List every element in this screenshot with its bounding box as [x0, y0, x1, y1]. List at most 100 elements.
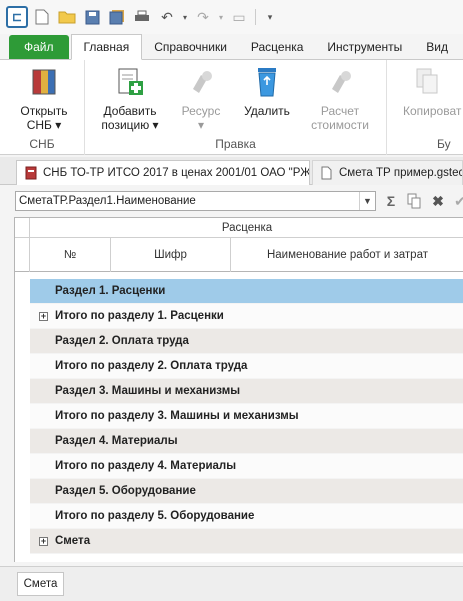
quick-access-toolbar: ⊏ ↶ ▾ ↷ ▾ ▭ ▾	[0, 0, 463, 34]
table-row[interactable]: + Смета	[30, 529, 463, 554]
doc-tab-estimate-label: Смета ТР пример.gstechs	[339, 167, 463, 179]
calc-cost-label-1: Расчет	[320, 104, 360, 118]
column-header-number[interactable]: №	[30, 238, 111, 272]
open-snb-label-2: СНБ ▾	[26, 118, 62, 132]
expand-icon[interactable]: +	[39, 312, 48, 321]
undo-icon[interactable]: ↶	[156, 6, 178, 28]
tab-rate[interactable]: Расценка	[239, 35, 316, 59]
close-icon[interactable]: ✖	[428, 191, 448, 211]
row-label: Итого по разделу 5. Оборудование	[55, 510, 255, 522]
window-icon[interactable]: ▭	[228, 6, 250, 28]
sigma-icon[interactable]: Σ	[381, 191, 401, 211]
tab-tools[interactable]: Инструменты	[315, 35, 414, 59]
tab-home[interactable]: Главная	[70, 34, 143, 60]
table-row[interactable]: Раздел 2. Оплата труда	[30, 329, 463, 354]
table-row[interactable]: Итого по разделу 3. Машины и механизмы	[30, 404, 463, 429]
doc-tab-snb[interactable]: СНБ ТО-ТР ИТСО 2017 в ценах 2001/01 ОАО …	[16, 160, 310, 185]
ribbon-tabs: Файл Главная Справочники Расценка Инстру…	[0, 34, 463, 60]
new-file-icon[interactable]	[31, 6, 53, 28]
row-label: Итого по разделу 3. Машины и механизмы	[55, 410, 299, 422]
print-icon[interactable]	[131, 6, 153, 28]
path-value: СметаТР.Раздел1.Наименование	[19, 195, 196, 207]
redo-icon[interactable]: ↷	[192, 6, 214, 28]
table-row[interactable]: Итого по разделу 2. Оплата труда	[30, 354, 463, 379]
grid-column-headers: № Шифр Наименование работ и затрат	[15, 238, 463, 272]
resource-icon	[185, 66, 217, 98]
band-header-label: Расценка	[221, 222, 273, 234]
estimate-grid: Расценка № Шифр Наименование работ и зат…	[14, 217, 463, 562]
doc-tab-snb-label: СНБ ТО-ТР ИТСО 2017 в ценах 2001/01 ОАО …	[43, 167, 310, 179]
calc-cost-button[interactable]: Расчет стоимости	[305, 66, 375, 132]
doc-tab-estimate[interactable]: Смета ТР пример.gstechs	[312, 160, 463, 185]
row-label: Раздел 5. Оборудование	[55, 485, 196, 497]
add-position-button[interactable]: Добавить позицию ▾	[95, 66, 165, 132]
book-icon	[25, 166, 37, 180]
group-copy: Копироват Бу	[387, 60, 463, 155]
check-icon[interactable]: ✔	[450, 191, 463, 211]
calculation-icon	[324, 66, 356, 98]
path-bar: СметаТР.Раздел1.Наименование ▼ Σ ✖ ✔	[0, 187, 463, 215]
row-label: Раздел 4. Материалы	[55, 435, 178, 447]
table-row[interactable]: + Итого по разделу 1. Расценки	[30, 304, 463, 329]
books-icon	[28, 66, 60, 98]
copy-icon	[411, 66, 443, 98]
column-header-code[interactable]: Шифр	[111, 238, 231, 272]
column-header-name[interactable]: Наименование работ и затрат	[231, 238, 463, 272]
table-row[interactable]: Итого по разделу 4. Материалы	[30, 454, 463, 479]
app-logo-icon[interactable]: ⊏	[6, 6, 28, 28]
resource-button[interactable]: Ресурс ▾	[171, 66, 231, 132]
calc-cost-label-2: стоимости	[311, 118, 369, 132]
group-snb: Открыть СНБ ▾ СНБ	[0, 60, 85, 155]
add-position-label-1: Добавить	[103, 104, 157, 118]
row-label: Итого по разделу 4. Материалы	[55, 460, 237, 472]
row-label: Раздел 1. Расценки	[55, 285, 166, 297]
add-position-label-2: позицию ▾	[101, 118, 159, 132]
tab-file[interactable]: Файл	[9, 35, 69, 59]
customize-toolbar-icon[interactable]: ▾	[259, 6, 281, 28]
add-position-icon	[114, 66, 146, 98]
table-row[interactable]: Раздел 4. Материалы	[30, 429, 463, 454]
group-snb-label: СНБ	[29, 137, 55, 151]
toolbar-divider	[255, 9, 256, 25]
open-snb-label-1: Открыть	[20, 104, 68, 118]
group-edit-label: Правка	[215, 137, 256, 151]
open-snb-button[interactable]: Открыть СНБ ▾	[14, 66, 74, 132]
group-copy-label: Бу	[437, 137, 451, 151]
tab-view[interactable]: Вид	[414, 35, 460, 59]
document-icon	[321, 166, 332, 180]
save-all-icon[interactable]	[106, 6, 128, 28]
group-edit: Добавить позицию ▾ Ресурс ▾ Удалить Расч…	[85, 60, 387, 155]
expand-icon[interactable]: +	[39, 537, 48, 546]
resource-label-2: ▾	[197, 118, 205, 132]
row-label: Смета	[55, 535, 91, 547]
grid-indicator-corner	[15, 218, 30, 238]
path-combo[interactable]: СметаТР.Раздел1.Наименование ▼	[15, 191, 376, 211]
table-row[interactable]: Раздел 1. Расценки	[30, 279, 463, 304]
row-label: Раздел 3. Машины и механизмы	[55, 385, 241, 397]
sheet-tab-bar: Смета	[0, 566, 463, 601]
ribbon-panel: Открыть СНБ ▾ СНБ Добавить позицию ▾ Рес…	[0, 60, 463, 155]
table-row[interactable]: Раздел 5. Оборудование	[30, 479, 463, 504]
table-row[interactable]: Итого по разделу 5. Оборудование	[30, 504, 463, 529]
grid-band-header: Расценка	[15, 218, 463, 238]
chevron-down-icon[interactable]: ▼	[359, 192, 375, 210]
delete-label: Удалить	[244, 104, 290, 118]
row-label: Итого по разделу 1. Расценки	[55, 310, 224, 322]
undo-dropdown-icon[interactable]: ▾	[181, 6, 189, 28]
row-label: Раздел 2. Оплата труда	[55, 335, 189, 347]
row-label: Итого по разделу 2. Оплата труда	[55, 360, 248, 372]
resource-label-1: Ресурс	[181, 104, 221, 118]
recycle-bin-icon	[251, 66, 283, 98]
document-tabs: СНБ ТО-ТР ИТСО 2017 в ценах 2001/01 ОАО …	[0, 157, 463, 185]
open-folder-icon[interactable]	[56, 6, 78, 28]
tab-references[interactable]: Справочники	[142, 35, 239, 59]
copy-button[interactable]: Копироват	[403, 66, 463, 118]
grid-indicator-header	[15, 238, 30, 272]
copy-doc-icon[interactable]	[404, 191, 424, 211]
table-row[interactable]: Раздел 3. Машины и механизмы	[30, 379, 463, 404]
save-icon[interactable]	[81, 6, 103, 28]
copy-label: Копироват	[403, 104, 462, 118]
sheet-tab-estimate[interactable]: Смета	[17, 572, 64, 596]
redo-dropdown-icon[interactable]: ▾	[217, 6, 225, 28]
delete-button[interactable]: Удалить	[237, 66, 297, 118]
